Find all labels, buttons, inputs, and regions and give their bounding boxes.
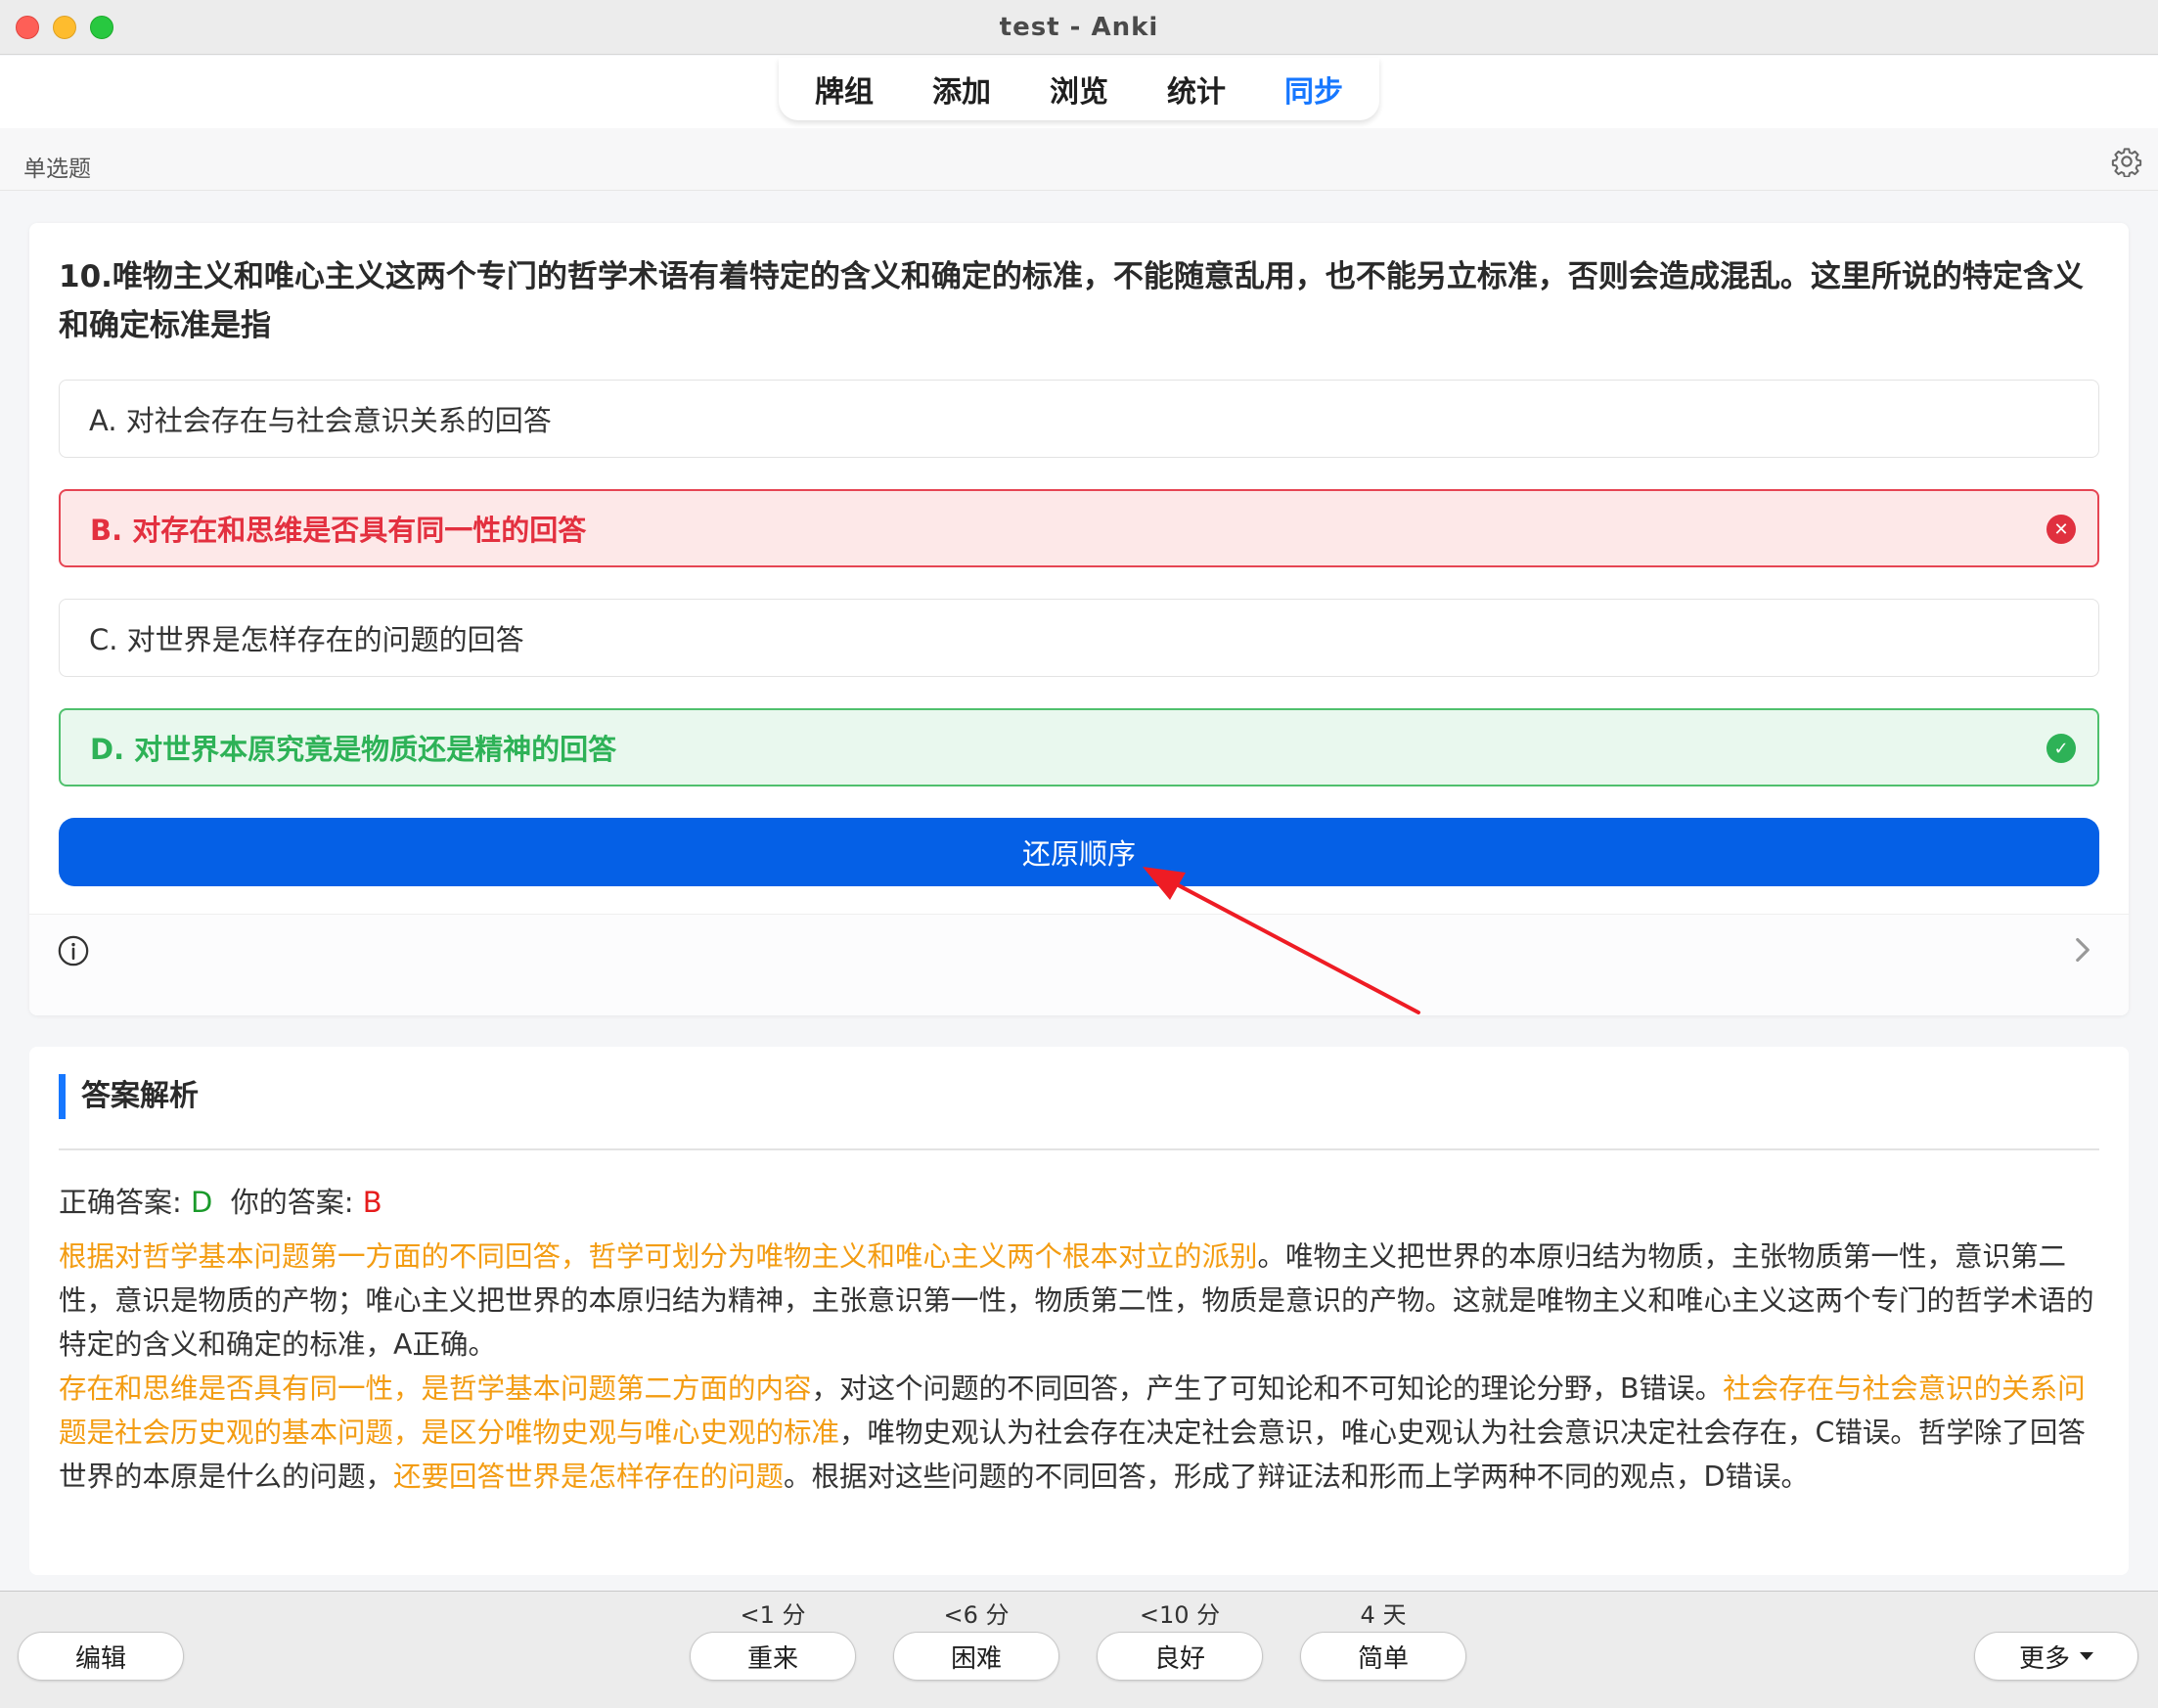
more-button-label: 更多 (2018, 1643, 2070, 1674)
your-answer-value: B (362, 1186, 382, 1219)
edit-button[interactable]: 编辑 (18, 1632, 184, 1681)
explanation-paragraph-2: 存在和思维是否具有同一性，是哲学基本问题第二方面的内容，对这个问题的不同回答，产… (59, 1367, 2109, 1499)
correct-answer-value: D (191, 1186, 213, 1219)
your-answer-label: 你的答案: (230, 1186, 363, 1219)
correct-answer-label: 正确答案: (59, 1186, 191, 1219)
nav-stats[interactable]: 统计 (1167, 67, 1226, 111)
option-b[interactable]: B. 对存在和思维是否具有同一性的回答 ✕ (59, 489, 2099, 567)
option-c-label: C. 对世界是怎样存在的问题的回答 (89, 623, 524, 656)
main-nav: 牌组 添加 浏览 统计 同步 (779, 58, 1379, 120)
check-circle-icon: ✓ (2046, 734, 2076, 763)
zoom-window-button[interactable] (90, 16, 113, 39)
notetype-bar: 单选题 (0, 128, 2158, 191)
nav-sync[interactable]: 同步 (1284, 67, 1343, 111)
nav-decks[interactable]: 牌组 (815, 67, 874, 111)
gear-icon[interactable] (2111, 146, 2142, 177)
nav-browse[interactable]: 浏览 (1050, 67, 1108, 111)
more-button[interactable]: 更多 (1974, 1632, 2138, 1681)
question-card: 10.唯物主义和唯心主义这两个专门的哲学术语有着特定的含义和确定的标准，不能随意… (29, 223, 2129, 1015)
close-window-button[interactable] (16, 16, 39, 39)
option-a-label: A. 对社会存在与社会意识关系的回答 (89, 404, 552, 437)
good-interval: <10 分 (1139, 1601, 1221, 1629)
good-button[interactable]: 良好 (1097, 1632, 1263, 1681)
highlight-text: 根据对哲学基本问题第一方面的不同回答，哲学可划分为唯物主义和唯心主义两个根本对立… (59, 1240, 1258, 1273)
answer-explanation: 根据对哲学基本问题第一方面的不同回答，哲学可划分为唯物主义和唯心主义两个根本对立… (59, 1235, 2109, 1499)
card-footer (29, 914, 2129, 1015)
plain-text: ，对这个问题的不同回答，产生了可知论和不可知论的理论分野，B错误。 (811, 1372, 1724, 1405)
highlight-text: 还要回答世界是怎样存在的问题 (393, 1461, 785, 1493)
highlight-text: 存在和思维是否具有同一性，是哲学基本问题第二方面的内容 (59, 1372, 812, 1405)
review-bottom-bar: 编辑 <1 分 重来 <6 分 困难 <10 分 良好 4 天 简单 更多 (0, 1591, 2158, 1708)
answer-result: 正确答案: D 你的答案: B (59, 1180, 382, 1221)
top-toolbar: 牌组 添加 浏览 统计 同步 (0, 56, 2158, 128)
x-circle-icon: ✕ (2046, 515, 2076, 544)
info-icon[interactable] (57, 934, 90, 967)
hard-button[interactable]: 困难 (893, 1632, 1059, 1681)
option-d[interactable]: D. 对世界本原究竟是物质还是精神的回答 ✓ (59, 708, 2099, 787)
annotation-arrow-icon (1143, 867, 1420, 1014)
answer-panel: 答案解析 正确答案: D 你的答案: B 根据对哲学基本问题第一方面的不同回答，… (29, 1047, 2129, 1575)
caret-down-icon (2080, 1652, 2093, 1660)
notetype-label: 单选题 (23, 157, 91, 182)
minimize-window-button[interactable] (53, 16, 76, 39)
answer-heading: 答案解析 (59, 1074, 199, 1119)
nav-add[interactable]: 添加 (932, 67, 991, 111)
window-title: test - Anki (999, 12, 1159, 42)
easy-interval: 4 天 (1360, 1601, 1407, 1629)
easy-button[interactable]: 简单 (1300, 1632, 1466, 1681)
again-button[interactable]: 重来 (690, 1632, 856, 1681)
explanation-paragraph-1: 根据对哲学基本问题第一方面的不同回答，哲学可划分为唯物主义和唯心主义两个根本对立… (59, 1235, 2109, 1367)
plain-text: 。根据对这些问题的不同回答，形成了辩证法和形而上学两种不同的观点，D错误。 (784, 1461, 1809, 1493)
title-bar: test - Anki (0, 0, 2158, 55)
question-text: 10.唯物主义和唯心主义这两个专门的哲学术语有着特定的含义和确定的标准，不能随意… (59, 259, 2084, 343)
window-controls (16, 16, 113, 39)
option-b-label: B. 对存在和思维是否具有同一性的回答 (90, 514, 587, 547)
restore-order-button[interactable]: 还原顺序 (59, 818, 2099, 886)
answer-divider (59, 1148, 2099, 1150)
option-a[interactable]: A. 对社会存在与社会意识关系的回答 (59, 380, 2099, 458)
option-d-label: D. 对世界本原究竟是物质还是精神的回答 (90, 733, 617, 766)
hard-interval: <6 分 (943, 1601, 1010, 1629)
option-c[interactable]: C. 对世界是怎样存在的问题的回答 (59, 599, 2099, 677)
again-interval: <1 分 (740, 1601, 806, 1629)
chevron-right-icon[interactable] (2072, 936, 2093, 964)
